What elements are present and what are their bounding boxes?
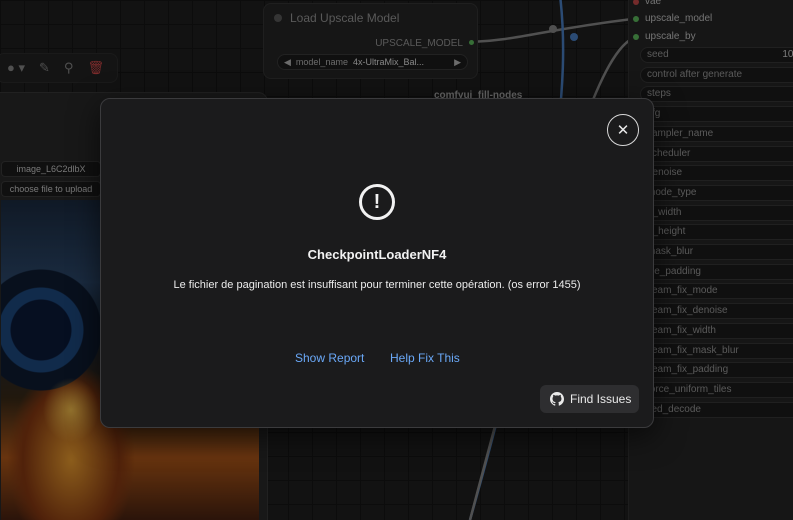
close-icon: ✕ (616, 122, 630, 139)
warning-icon: ! (359, 184, 395, 220)
help-fix-button[interactable]: Help Fix This (390, 351, 460, 365)
find-issues-button[interactable]: Find Issues (540, 385, 639, 413)
find-issues-label: Find Issues (570, 392, 632, 406)
dialog-title: CheckpointLoaderNF4 (307, 247, 447, 262)
close-button[interactable]: ✕ (607, 114, 639, 146)
error-dialog: ✕ ! CheckpointLoaderNF4 Le fichier de pa… (100, 98, 654, 428)
error-message: Le fichier de pagination est insuffisant… (173, 279, 581, 291)
github-icon (550, 392, 564, 406)
show-report-button[interactable]: Show Report (295, 351, 364, 365)
